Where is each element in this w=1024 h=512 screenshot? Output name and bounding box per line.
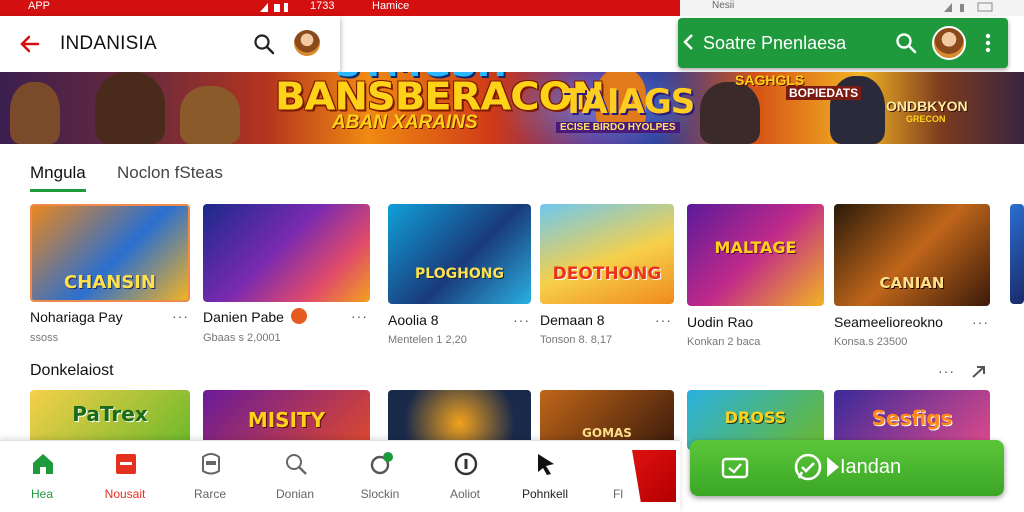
status-name: Hamice — [372, 0, 410, 12]
banner-right-logo: ONDBKYON — [886, 98, 968, 114]
install-label: Iandan — [840, 456, 902, 478]
thumb-logo: DEOTHONG — [552, 264, 662, 284]
section-title: Donkelaiost — [30, 362, 114, 379]
cursor-icon — [538, 454, 554, 475]
gamepad-icon — [721, 457, 749, 479]
banner-subtitle: ABAN XARAINS — [332, 112, 478, 133]
banner-right-logo-sub: GRECON — [906, 114, 946, 124]
nav-label: Slockin — [360, 487, 400, 501]
game-title: Uodin Rao — [687, 314, 754, 330]
more-options-button[interactable]: ··· — [172, 308, 189, 324]
nav-item-home[interactable]: Hea — [2, 441, 82, 512]
status-time: 1733 — [310, 0, 335, 12]
game-subtitle: ssoss — [30, 332, 59, 344]
thumb-logo: MISITY — [247, 408, 326, 432]
banner-mid-subtitle: ECISE BIRDO HYOLPES — [556, 122, 680, 133]
nav-label: Pohnkell — [521, 487, 569, 501]
nav-label: Aoliot — [449, 487, 481, 501]
nav-label: Hea — [30, 487, 53, 501]
install-button[interactable]: Iandan — [690, 440, 1004, 496]
more-options-button[interactable]: ··· — [938, 363, 955, 379]
bottom-navigation: Hea Nousait Rarce Donian Slockin Aoliot … — [0, 440, 680, 512]
shield-icon — [202, 453, 220, 475]
banner-character — [10, 82, 60, 144]
green-bar-title[interactable]: Soatre Pnenlaesa — [703, 33, 846, 54]
game-subtitle: Konsa.s 23500 — [834, 336, 908, 348]
thumb-logo: MALTAGE — [714, 238, 797, 257]
more-options-button[interactable]: ··· — [972, 314, 989, 330]
back-arrow-icon[interactable] — [18, 32, 42, 56]
info-icon — [454, 452, 478, 476]
nav-item-donian[interactable]: Donian — [255, 441, 335, 512]
game-title: Nohariaga Pay — [30, 309, 123, 325]
search-icon — [286, 454, 307, 475]
search-icon[interactable] — [252, 32, 276, 56]
play-icon — [827, 457, 839, 477]
game-thumbnail: CANIAN — [834, 204, 990, 306]
tab-noclon[interactable]: Noclon fSteas — [117, 163, 223, 183]
arrow-icon[interactable] — [970, 364, 988, 380]
banner-character — [180, 86, 240, 144]
banner-right-box: BOPIEDATS — [786, 86, 862, 100]
more-options-button[interactable]: ··· — [513, 312, 530, 328]
avatar[interactable] — [932, 26, 966, 60]
game-thumbnail — [1010, 204, 1024, 304]
game-title: Danien Pabe — [203, 309, 284, 325]
apps-icon — [116, 454, 136, 474]
thumb-logo: CANIAN — [879, 274, 945, 292]
more-options-button[interactable]: ··· — [655, 312, 672, 328]
signal-icon — [260, 3, 288, 12]
nav-item-slockin[interactable]: Slockin — [340, 441, 420, 512]
game-subtitle: Gbaas s 2,0001 — [203, 332, 281, 344]
game-title: Seameelioreokno — [834, 314, 943, 330]
badge-icon — [291, 308, 307, 324]
thumb-logo: Sesfigs — [871, 406, 953, 430]
status-app-label: APP — [28, 0, 51, 12]
search-query[interactable]: INDANISIA — [60, 33, 157, 55]
nav-label: Donian — [275, 487, 315, 501]
nav-label: Fl — [613, 487, 623, 501]
more-options-button[interactable]: ··· — [351, 308, 368, 324]
game-thumbnail — [203, 204, 370, 302]
thumb-logo: CHANSIN — [64, 272, 156, 293]
status-icons — [944, 2, 993, 12]
nav-item-aoliot[interactable]: Aoliot — [425, 441, 505, 512]
game-thumbnail: CHANSIN — [30, 204, 190, 302]
nav-label: Rarce — [193, 487, 226, 501]
search-bar: INDANISIA — [0, 16, 340, 72]
game-title: Aoolia 8 — [388, 312, 439, 328]
thumb-logo: DROSS — [724, 408, 787, 427]
notification-icon — [370, 452, 393, 475]
right-status-bar: Nesii — [680, 0, 1024, 16]
nav-item-rarce[interactable]: Rarce — [170, 441, 250, 512]
game-thumbnail: PLOGHONG — [388, 204, 531, 304]
nav-item-nousait[interactable]: Nousait — [85, 441, 165, 512]
game-title: Demaan 8 — [540, 312, 605, 328]
game-subtitle: Konkan 2 baca — [687, 336, 761, 348]
green-search-bar: Soatre Pnenlaesa — [678, 18, 1008, 68]
featured-banner[interactable]: STMGSH BANSBERACON ABAN XARAINS TAIAGS E… — [0, 72, 1024, 144]
game-subtitle: Mentelen 1 2,20 — [388, 334, 467, 346]
chat-icon — [794, 453, 822, 481]
banner-character — [700, 82, 760, 144]
search-icon[interactable] — [894, 31, 918, 55]
status-bar: APP 1733 Hamice — [0, 0, 680, 16]
thumb-logo: PaTrex — [72, 402, 148, 426]
thumb-logo: PLOGHONG — [415, 266, 504, 282]
game-subtitle: Tonson 8. 8,17 — [540, 334, 613, 346]
tab-mngula[interactable]: Mngula — [30, 163, 86, 192]
banner-character — [95, 72, 165, 144]
app-screen: APP 1733 Hamice INDANISIA Nesii Soatre P… — [0, 0, 1024, 512]
avatar[interactable] — [294, 30, 320, 56]
right-status-text: Nesii — [712, 0, 735, 11]
home-icon — [33, 454, 53, 474]
game-thumbnail: DEOTHONG — [540, 204, 674, 304]
banner-mid-title: TAIAGS — [562, 82, 695, 122]
nav-label: Nousait — [104, 487, 146, 501]
game-thumbnail: MALTAGE — [687, 204, 824, 306]
nav-item-pohnkell[interactable]: Pohnkell — [505, 441, 585, 512]
thumb-logo: GOMAS — [582, 426, 632, 440]
more-vert-icon[interactable] — [978, 31, 998, 55]
chevron-left-icon[interactable] — [682, 32, 696, 52]
